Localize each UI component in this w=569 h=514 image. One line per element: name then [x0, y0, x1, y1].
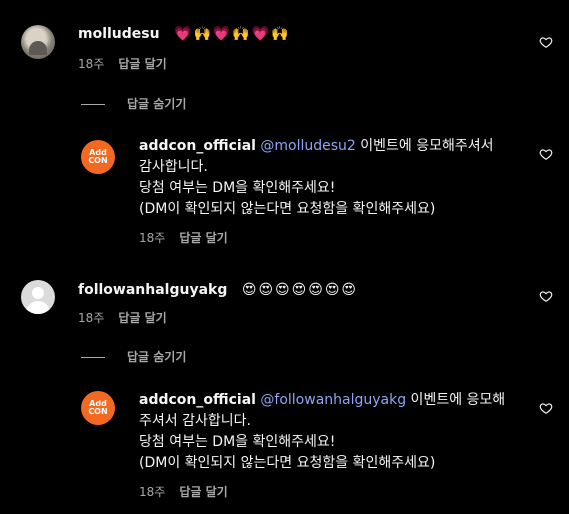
reply-line-2: 주셔서 감사합니다.: [139, 413, 251, 429]
reply-meta: 18주 답글 달기: [139, 229, 228, 246]
reply-button[interactable]: 답글 달기: [118, 311, 166, 325]
comment-time: 18주: [78, 311, 105, 325]
reply-username[interactable]: addcon_official: [139, 392, 256, 408]
reply-line-1: addcon_official @followanhalguyakg 이벤트에 …: [139, 390, 519, 411]
brand-logo-line2: CON: [88, 156, 108, 165]
avatar-addcon-official[interactable]: Add CON: [81, 140, 115, 174]
hide-replies-button[interactable]: 답글 숨기기: [81, 348, 186, 365]
divider-line: [81, 357, 105, 358]
default-avatar-body: [26, 301, 50, 314]
hide-replies-label: 답글 숨기기: [127, 350, 187, 364]
comment-meta: 18주 답글 달기: [78, 309, 167, 326]
divider-line: [81, 104, 105, 105]
hide-replies-button[interactable]: 답글 숨기기: [81, 95, 186, 112]
reply-line-1: addcon_official @molludesu2 이벤트에 응모해주셔서: [139, 136, 519, 157]
reply-button[interactable]: 답글 달기: [179, 485, 227, 499]
comment-username[interactable]: molludesu: [78, 26, 160, 42]
mention-link[interactable]: @molludesu2: [260, 138, 355, 154]
comment-time: 18주: [78, 57, 105, 71]
reply-button[interactable]: 답글 달기: [179, 231, 227, 245]
heart-icon[interactable]: [539, 289, 553, 303]
mention-link[interactable]: @followanhalguyakg: [260, 392, 406, 408]
reply-text-rest: 이벤트에 응모해: [406, 392, 506, 408]
reply-line-3: 당첨 여부는 DM을 확인해주세요!: [139, 180, 336, 196]
reply-text-rest: 이벤트에 응모해주셔서: [355, 138, 494, 154]
reply-line-4: (DM이 확인되지 않는다면 요청함을 확인해주세요): [139, 455, 436, 471]
heart-icon[interactable]: [539, 35, 553, 49]
heart-icon[interactable]: [539, 401, 553, 415]
reply-line-2: 감사합니다.: [139, 159, 208, 175]
reply-text: addcon_official @molludesu2 이벤트에 응모해주셔서 …: [139, 136, 519, 220]
reply-line-3: 당첨 여부는 DM을 확인해주세요!: [139, 434, 336, 450]
comment-meta: 18주 답글 달기: [78, 55, 167, 72]
comment-emojis: 💗🙌💗🙌💗🙌: [174, 26, 291, 42]
avatar-followanhalguyakg[interactable]: [21, 280, 55, 314]
comment-header: molludesu 💗🙌💗🙌💗🙌: [78, 25, 291, 43]
comment-header: followanhalguyakg 😍😍😍😍😍😍😍: [78, 281, 358, 299]
avatar-addcon-official[interactable]: Add CON: [81, 391, 115, 425]
reply-text: addcon_official @followanhalguyakg 이벤트에 …: [139, 390, 519, 474]
reply-line-4: (DM이 확인되지 않는다면 요청함을 확인해주세요): [139, 201, 436, 217]
hide-replies-label: 답글 숨기기: [127, 97, 187, 111]
reply-time: 18주: [139, 231, 166, 245]
reply-username[interactable]: addcon_official: [139, 138, 256, 154]
default-avatar-head: [32, 287, 44, 299]
reply-meta: 18주 답글 달기: [139, 483, 228, 500]
comment-username[interactable]: followanhalguyakg: [78, 282, 227, 298]
heart-icon[interactable]: [539, 147, 553, 161]
avatar-molludesu[interactable]: [21, 25, 55, 59]
reply-time: 18주: [139, 485, 166, 499]
comment-emojis: 😍😍😍😍😍😍😍: [241, 282, 359, 298]
reply-button[interactable]: 답글 달기: [118, 57, 166, 71]
brand-logo-line2: CON: [88, 407, 108, 416]
